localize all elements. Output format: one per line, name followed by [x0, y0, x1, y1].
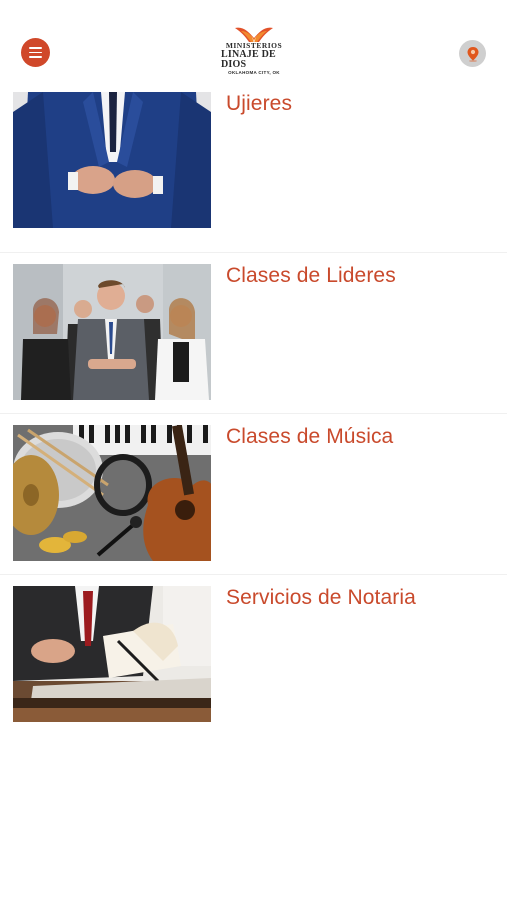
item-title: Ujieres	[226, 92, 293, 115]
app-header: MINISTERIOS LINAJE DE DIOS OKLAHOMA CITY…	[0, 0, 507, 92]
hamburger-menu-icon[interactable]	[21, 38, 50, 67]
list-item-servicios-de-notaria[interactable]: Servicios de Notaria	[0, 575, 507, 736]
app-screen: MINISTERIOS LINAJE DE DIOS OKLAHOMA CITY…	[0, 0, 507, 900]
list-item-clases-de-lideres[interactable]: Clases de Lideres	[0, 253, 507, 414]
map-pin-icon[interactable]	[459, 40, 486, 67]
logo-text-location: OKLAHOMA CITY, OK	[228, 70, 280, 75]
list-item-ujieres[interactable]: Ujieres	[0, 92, 507, 253]
thumbnail-clases-de-lideres	[13, 264, 211, 400]
item-title: Clases de Música	[226, 425, 394, 448]
list-item-clases-de-musica[interactable]: Clases de Música	[0, 414, 507, 575]
item-title: Servicios de Notaria	[226, 586, 416, 609]
thumbnail-ujieres	[13, 92, 211, 228]
item-title: Clases de Lideres	[226, 264, 396, 287]
services-list: Ujieres Clases de Lideres Clases de Músi…	[0, 92, 507, 736]
church-logo[interactable]: MINISTERIOS LINAJE DE DIOS OKLAHOMA CITY…	[221, 24, 287, 78]
thumbnail-clases-de-musica	[13, 425, 211, 561]
thumbnail-servicios-de-notaria	[13, 586, 211, 722]
logo-text-linaje: LINAJE DE DIOS	[221, 49, 276, 70]
